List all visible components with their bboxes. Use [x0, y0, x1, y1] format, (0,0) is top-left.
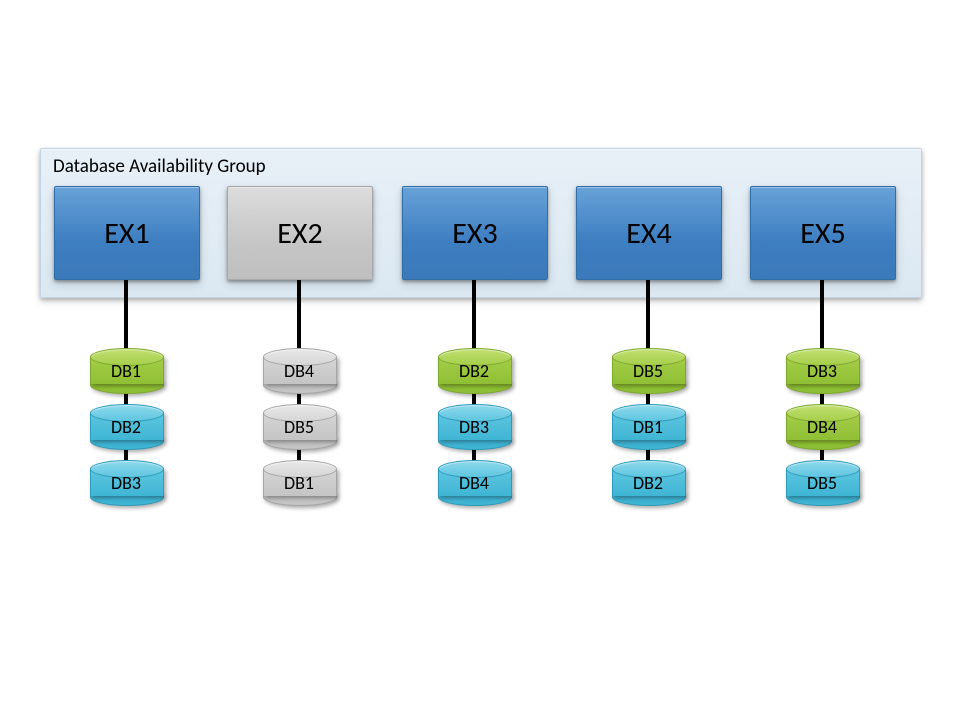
dag-title: Database Availability Group: [53, 155, 266, 178]
db-label: DB2: [438, 360, 510, 382]
db-label: DB1: [90, 360, 162, 382]
server-node-ex2: EX2: [227, 186, 373, 280]
server-label: EX1: [104, 215, 149, 252]
db-label: DB3: [786, 360, 858, 382]
db-label: DB5: [263, 416, 335, 438]
server-node-ex1: EX1: [54, 186, 200, 280]
db-label: DB2: [90, 416, 162, 438]
server-label: EX2: [277, 215, 322, 252]
db-label: DB3: [90, 472, 162, 494]
db-label: DB3: [438, 416, 510, 438]
db-label: DB5: [786, 472, 858, 494]
server-node-ex5: EX5: [750, 186, 896, 280]
db-label: DB4: [263, 360, 335, 382]
server-node-ex4: EX4: [576, 186, 722, 280]
diagram-canvas: Database Availability Group EX1 DB1 DB2 …: [0, 0, 960, 720]
db-label: DB5: [612, 360, 684, 382]
server-label: EX5: [800, 215, 845, 252]
db-label: DB1: [263, 472, 335, 494]
server-node-ex3: EX3: [402, 186, 548, 280]
db-label: DB1: [612, 416, 684, 438]
db-label: DB2: [612, 472, 684, 494]
db-label: DB4: [438, 472, 510, 494]
db-label: DB4: [786, 416, 858, 438]
server-label: EX3: [452, 215, 497, 252]
server-label: EX4: [626, 215, 671, 252]
